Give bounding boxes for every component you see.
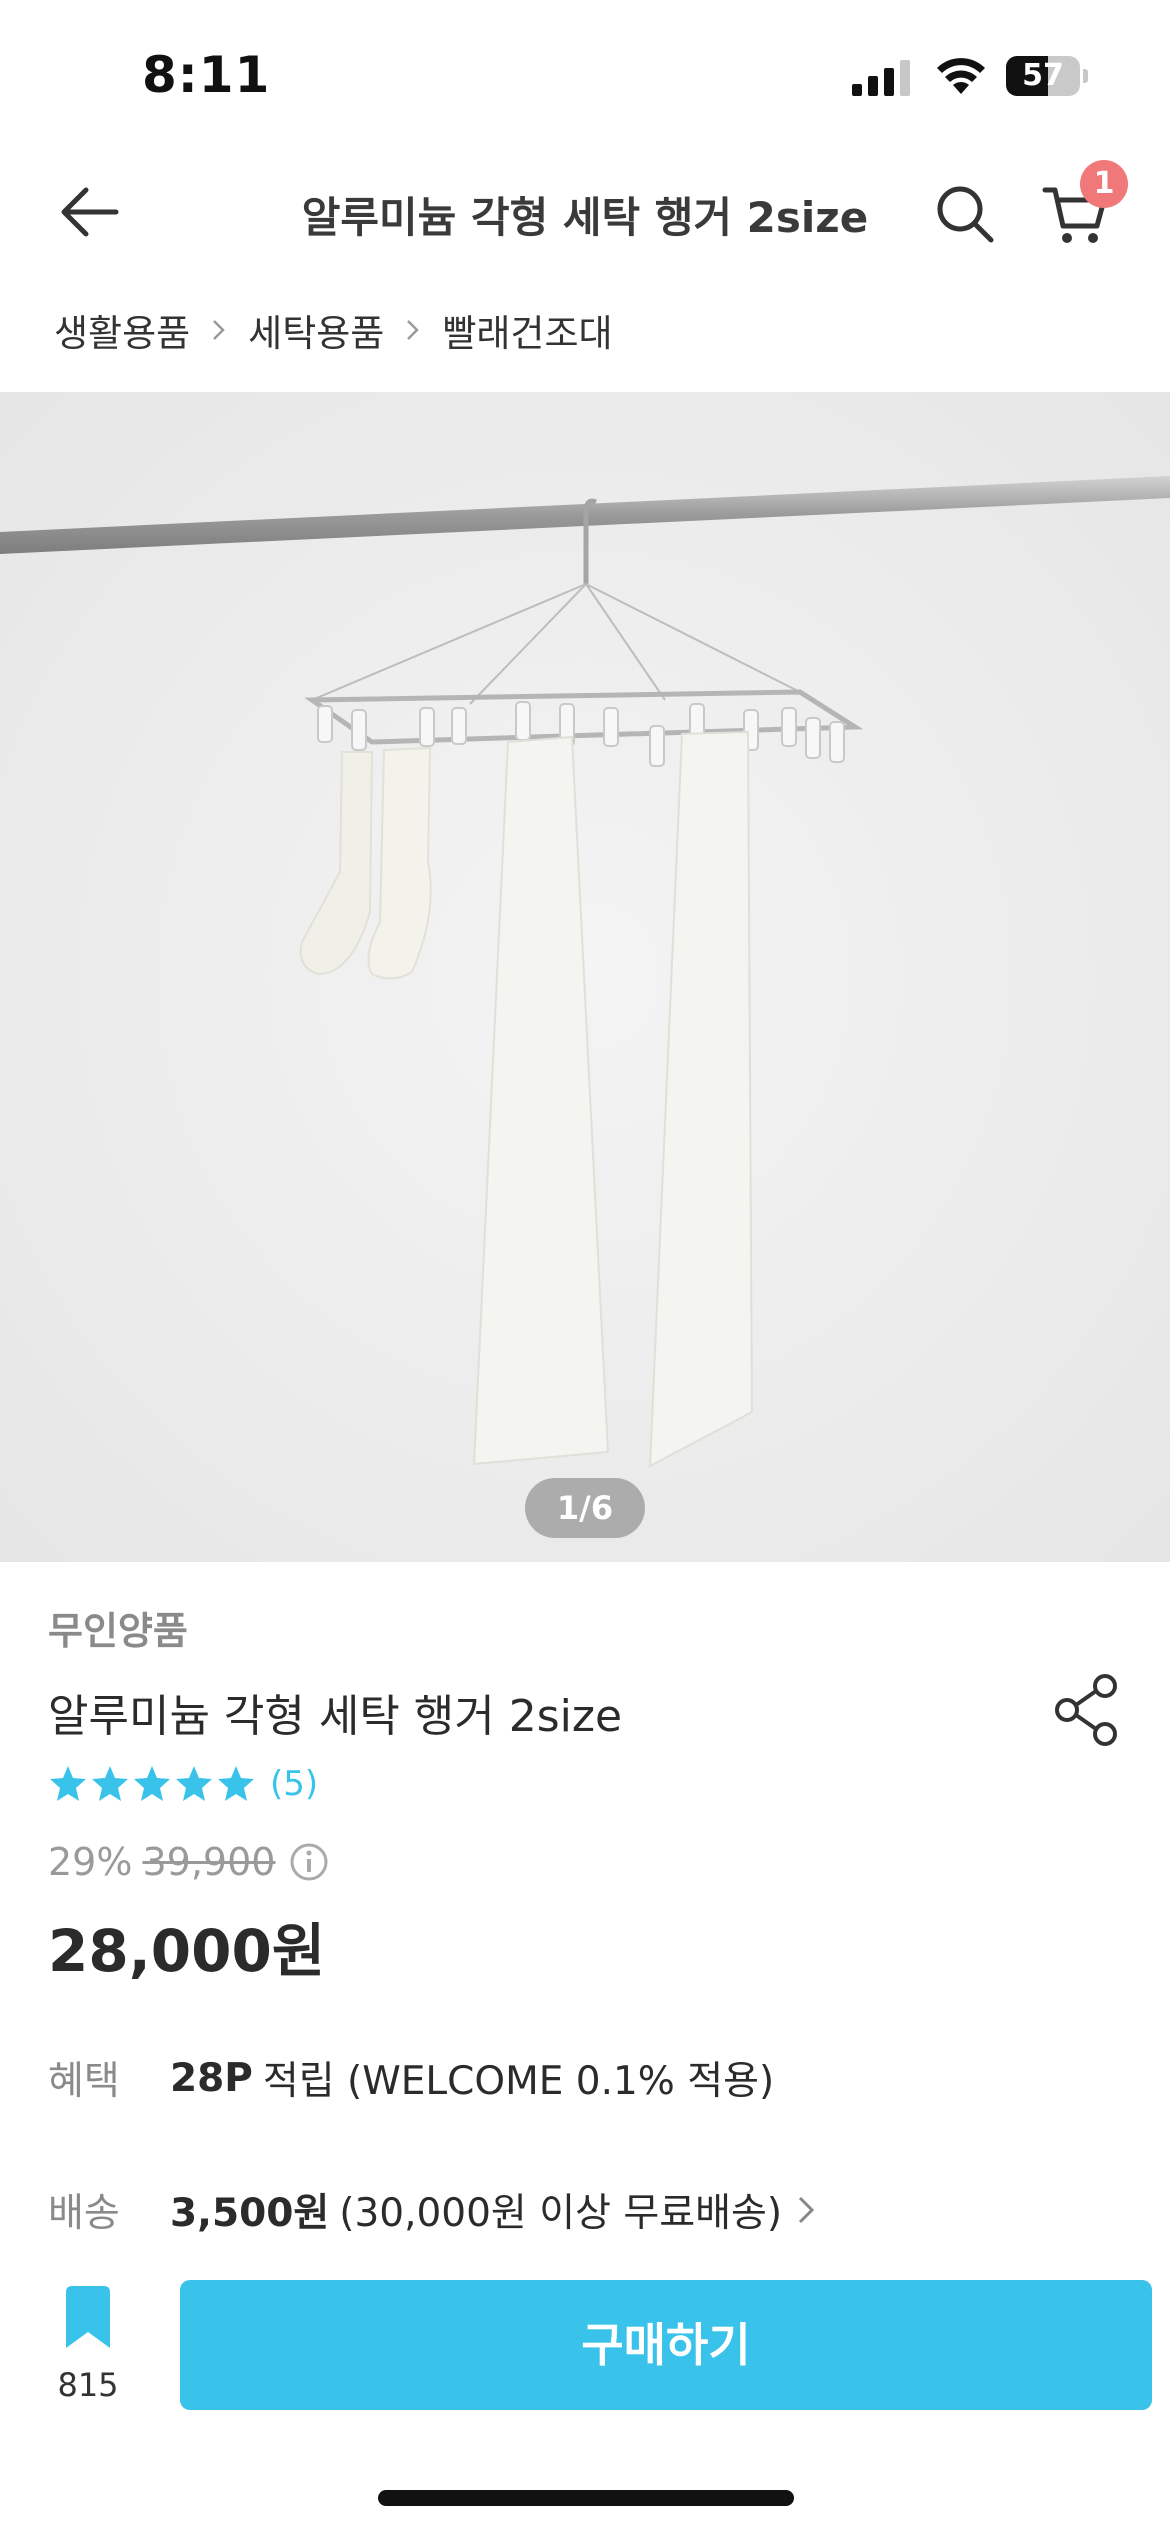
wifi-icon — [937, 58, 985, 94]
bookmark-icon — [66, 2286, 110, 2348]
battery-percent: 57 — [1022, 58, 1064, 93]
battery-icon: 57 — [1006, 56, 1088, 96]
buy-button[interactable]: 구매하기 — [180, 2280, 1152, 2410]
star-icon — [50, 1766, 86, 1801]
page-title: 알루미늄 각형 세탁 행거 2size — [301, 193, 869, 242]
share-button[interactable] — [1046, 1670, 1126, 1750]
star-icon — [92, 1766, 128, 1801]
wishlist-button[interactable]: 815 — [38, 2280, 138, 2410]
review-count[interactable]: (5) — [270, 1764, 318, 1804]
benefit-points: 28P — [170, 2055, 253, 2101]
breadcrumb: 생활용품 세탁용품 빨래건조대 — [54, 300, 613, 360]
cart-count-badge: 1 — [1080, 160, 1128, 208]
breadcrumb-item-living[interactable]: 생활용품 — [54, 303, 190, 357]
info-icon[interactable] — [289, 1842, 329, 1882]
benefit-label: 혜택 — [48, 2059, 120, 2104]
search-button[interactable] — [925, 174, 1005, 254]
sale-price: 28,000원 — [48, 1917, 326, 1985]
star-icon — [134, 1766, 170, 1801]
cellular-signal-icon — [852, 60, 910, 96]
original-price: 39,900 — [142, 1840, 276, 1884]
product-photo — [0, 392, 1170, 1562]
product-name: 알루미늄 각형 세탁 행거 2size — [48, 1691, 623, 1742]
back-button[interactable] — [50, 172, 130, 252]
star-icon — [218, 1766, 254, 1801]
share-icon — [1055, 1674, 1117, 1746]
app-header: 알루미늄 각형 세탁 행거 2size — [0, 140, 1170, 280]
brand-name[interactable]: 무인양품 — [48, 1600, 188, 1655]
status-time: 8:11 — [142, 46, 271, 104]
product-image[interactable] — [0, 392, 1170, 1562]
shipping-detail: (30,000원 이상 무료배송) — [339, 2191, 783, 2236]
shipping-row[interactable]: 배송 3,500원 (30,000원 이상 무료배송) — [48, 2182, 820, 2238]
breadcrumb-item-laundry[interactable]: 세탁용품 — [248, 303, 384, 357]
rating-row[interactable]: (5) — [48, 1760, 318, 1808]
shipping-label: 배송 — [48, 2191, 120, 2236]
wishlist-count: 815 — [57, 2366, 119, 2404]
home-indicator — [378, 2490, 794, 2506]
shipping-fee: 3,500원 — [170, 2191, 330, 2236]
benefit-detail: 적립 (WELCOME 0.1% 적용) — [262, 2059, 775, 2104]
status-bar: 8:11 57 — [0, 0, 1170, 140]
image-counter: 1/6 — [525, 1478, 645, 1538]
star-icon — [176, 1766, 212, 1801]
chevron-right-icon — [407, 320, 420, 340]
price-row: 29% 39,900 — [48, 1836, 329, 1888]
chevron-right-icon — [213, 320, 225, 340]
discount-rate: 29% — [48, 1840, 133, 1884]
rating-stars — [48, 1764, 258, 1804]
search-icon — [937, 186, 994, 243]
benefit-row: 혜택 28P 적립 (WELCOME 0.1% 적용) — [48, 2050, 774, 2106]
breadcrumb-item-drying-rack[interactable]: 빨래건조대 — [442, 303, 612, 357]
arrow-left-icon — [61, 187, 119, 237]
chevron-right-icon — [799, 2196, 815, 2224]
